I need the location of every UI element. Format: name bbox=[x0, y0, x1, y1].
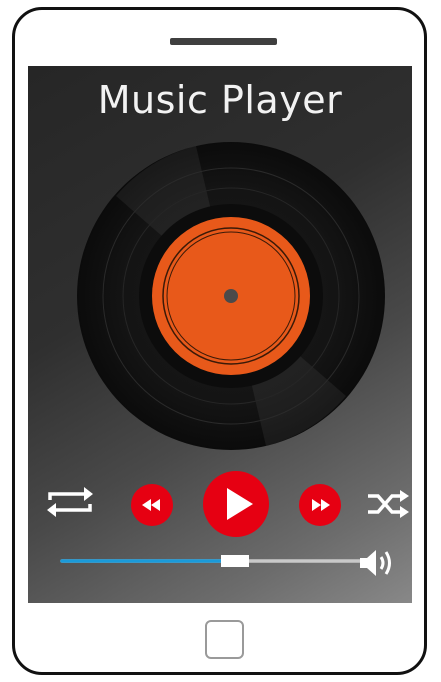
play-icon bbox=[203, 471, 269, 537]
app-title: Music Player bbox=[97, 78, 343, 122]
fast-forward-icon bbox=[299, 484, 341, 526]
seek-track bbox=[60, 555, 364, 567]
spindle-hole bbox=[224, 289, 238, 303]
volume-icon bbox=[360, 550, 391, 576]
speaker-grille bbox=[170, 38, 277, 45]
repeat-button[interactable] bbox=[44, 482, 96, 522]
repeat-icon bbox=[47, 487, 93, 517]
home-button[interactable] bbox=[205, 620, 244, 659]
volume-button[interactable] bbox=[358, 548, 400, 578]
play-button[interactable] bbox=[203, 471, 269, 537]
seek-knob bbox=[221, 555, 249, 567]
player-screen: Music Player bbox=[28, 66, 412, 603]
seek-slider[interactable] bbox=[50, 546, 390, 576]
fast-forward-button[interactable] bbox=[299, 484, 341, 526]
shuffle-button[interactable] bbox=[366, 484, 412, 524]
phone-frame: Music Player bbox=[12, 7, 427, 675]
vinyl-record bbox=[77, 142, 385, 450]
playback-controls bbox=[28, 468, 412, 538]
shuffle-icon bbox=[368, 490, 409, 518]
rewind-icon bbox=[131, 484, 173, 526]
rewind-button[interactable] bbox=[131, 484, 173, 526]
